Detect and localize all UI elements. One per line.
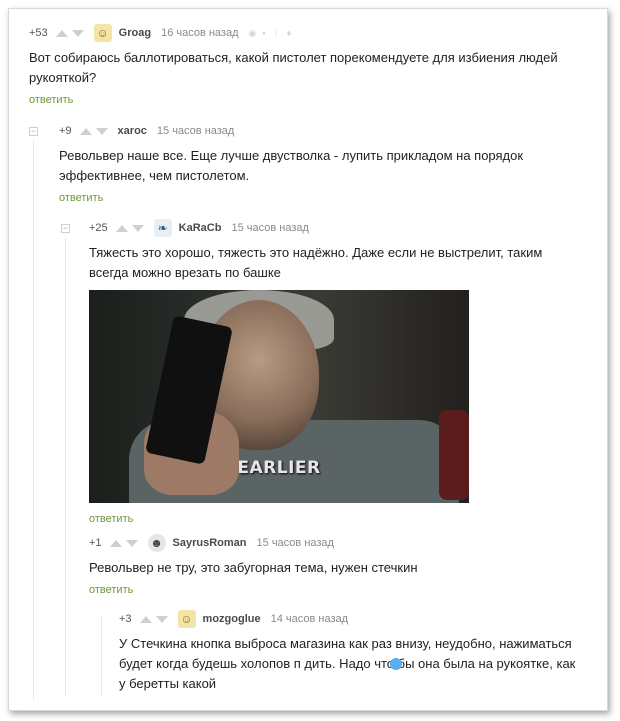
downvote-icon[interactable] bbox=[95, 127, 108, 135]
upvote-icon[interactable] bbox=[139, 615, 152, 623]
timestamp[interactable]: 15 часов назад bbox=[157, 125, 234, 137]
cat-avatar-icon[interactable]: ☺ bbox=[93, 24, 112, 42]
username[interactable]: xaroc bbox=[118, 125, 147, 137]
robot-avatar-icon[interactable]: ☻ bbox=[147, 534, 166, 552]
comment-mozgoglue: +3 ☺ mozgoglue 14 часов назад У Стечкина… bbox=[119, 610, 589, 694]
cat-avatar-icon[interactable]: ☺ bbox=[177, 610, 196, 628]
thread-line bbox=[101, 617, 102, 697]
comment-meta: +53 ☺ Groag 16 часов назад ◉ ▪ ⋮ ♦ bbox=[29, 24, 589, 42]
rating-value: +3 bbox=[119, 613, 132, 625]
comment-xaroc: +9 xaroc 15 часов назад Револьвер наше в… bbox=[59, 122, 589, 206]
reply-link[interactable]: ответить bbox=[89, 584, 133, 596]
comment-text: Револьвер наше все. Еще лучше двустволка… bbox=[59, 148, 524, 183]
more-icon[interactable]: ⋮ bbox=[272, 28, 281, 39]
rating-value: +1 bbox=[89, 537, 102, 549]
timestamp[interactable]: 16 часов назад bbox=[161, 27, 238, 39]
upvote-icon[interactable] bbox=[115, 224, 128, 232]
comment-meta: +1 ☻ SayrusRoman 15 часов назад bbox=[89, 534, 589, 552]
comment-text: Тяжесть это хорошо, тяжесть это надёжно.… bbox=[89, 245, 543, 280]
username[interactable]: KaRaCb bbox=[179, 222, 222, 234]
upvote-icon[interactable] bbox=[79, 127, 92, 135]
timestamp[interactable]: 15 часов назад bbox=[257, 537, 334, 549]
comment-image[interactable]: EARLIER bbox=[89, 290, 469, 503]
upvote-icon[interactable] bbox=[109, 539, 122, 547]
username[interactable]: mozgoglue bbox=[203, 613, 261, 625]
timestamp[interactable]: 14 часов назад bbox=[271, 613, 348, 625]
timestamp[interactable]: 15 часов назад bbox=[231, 222, 308, 234]
collapse-toggle[interactable]: − bbox=[29, 127, 38, 136]
comment-tools: ◉ ▪ ⋮ ♦ bbox=[249, 28, 292, 39]
image-extinguisher bbox=[439, 410, 469, 500]
comment-meta: +9 xaroc 15 часов назад bbox=[59, 122, 589, 140]
image-caption: EARLIER bbox=[237, 458, 321, 478]
reply-link[interactable]: ответить bbox=[59, 192, 103, 204]
fish-avatar-icon[interactable]: ❧ bbox=[153, 219, 172, 237]
rating-value: +53 bbox=[29, 27, 48, 39]
cursor-dot-icon bbox=[390, 658, 402, 670]
reply-link[interactable]: ответить bbox=[29, 94, 73, 106]
comment-karacb: +25 ❧ KaRaCb 15 часов назад Тяжесть это … bbox=[89, 219, 589, 283]
upvote-icon[interactable] bbox=[55, 29, 68, 37]
comment-groag: +53 ☺ Groag 16 часов назад ◉ ▪ ⋮ ♦ Вот с… bbox=[29, 24, 589, 108]
collapse-toggle[interactable]: − bbox=[61, 224, 70, 233]
thread-line bbox=[65, 237, 66, 697]
reply-link[interactable]: ответить bbox=[89, 513, 133, 525]
thread-line bbox=[33, 140, 34, 700]
rating-value: +9 bbox=[59, 125, 72, 137]
downvote-icon[interactable] bbox=[131, 224, 144, 232]
comment-text: Револьвер не тру, это забугорная тема, н… bbox=[89, 560, 418, 575]
pin-icon[interactable]: ♦ bbox=[287, 28, 292, 39]
username[interactable]: Groag bbox=[119, 27, 151, 39]
comments-panel: +53 ☺ Groag 16 часов назад ◉ ▪ ⋮ ♦ Вот с… bbox=[8, 8, 608, 711]
comment-text: Вот собираюсь баллотироваться, какой пис… bbox=[29, 50, 558, 85]
comment-meta: +3 ☺ mozgoglue 14 часов назад bbox=[119, 610, 589, 628]
rating-value: +25 bbox=[89, 222, 108, 234]
comment-sayrusroman: +1 ☻ SayrusRoman 15 часов назад Револьве… bbox=[89, 534, 589, 598]
comment-text: У Стечкина кнопка выброса магазина как р… bbox=[119, 636, 576, 691]
eye-icon[interactable]: ◉ bbox=[249, 28, 257, 39]
username[interactable]: SayrusRoman bbox=[173, 537, 247, 549]
comment-meta: +25 ❧ KaRaCb 15 часов назад bbox=[89, 219, 589, 237]
downvote-icon[interactable] bbox=[125, 539, 138, 547]
downvote-icon[interactable] bbox=[71, 29, 84, 37]
downvote-icon[interactable] bbox=[155, 615, 168, 623]
save-icon[interactable]: ▪ bbox=[262, 28, 265, 39]
